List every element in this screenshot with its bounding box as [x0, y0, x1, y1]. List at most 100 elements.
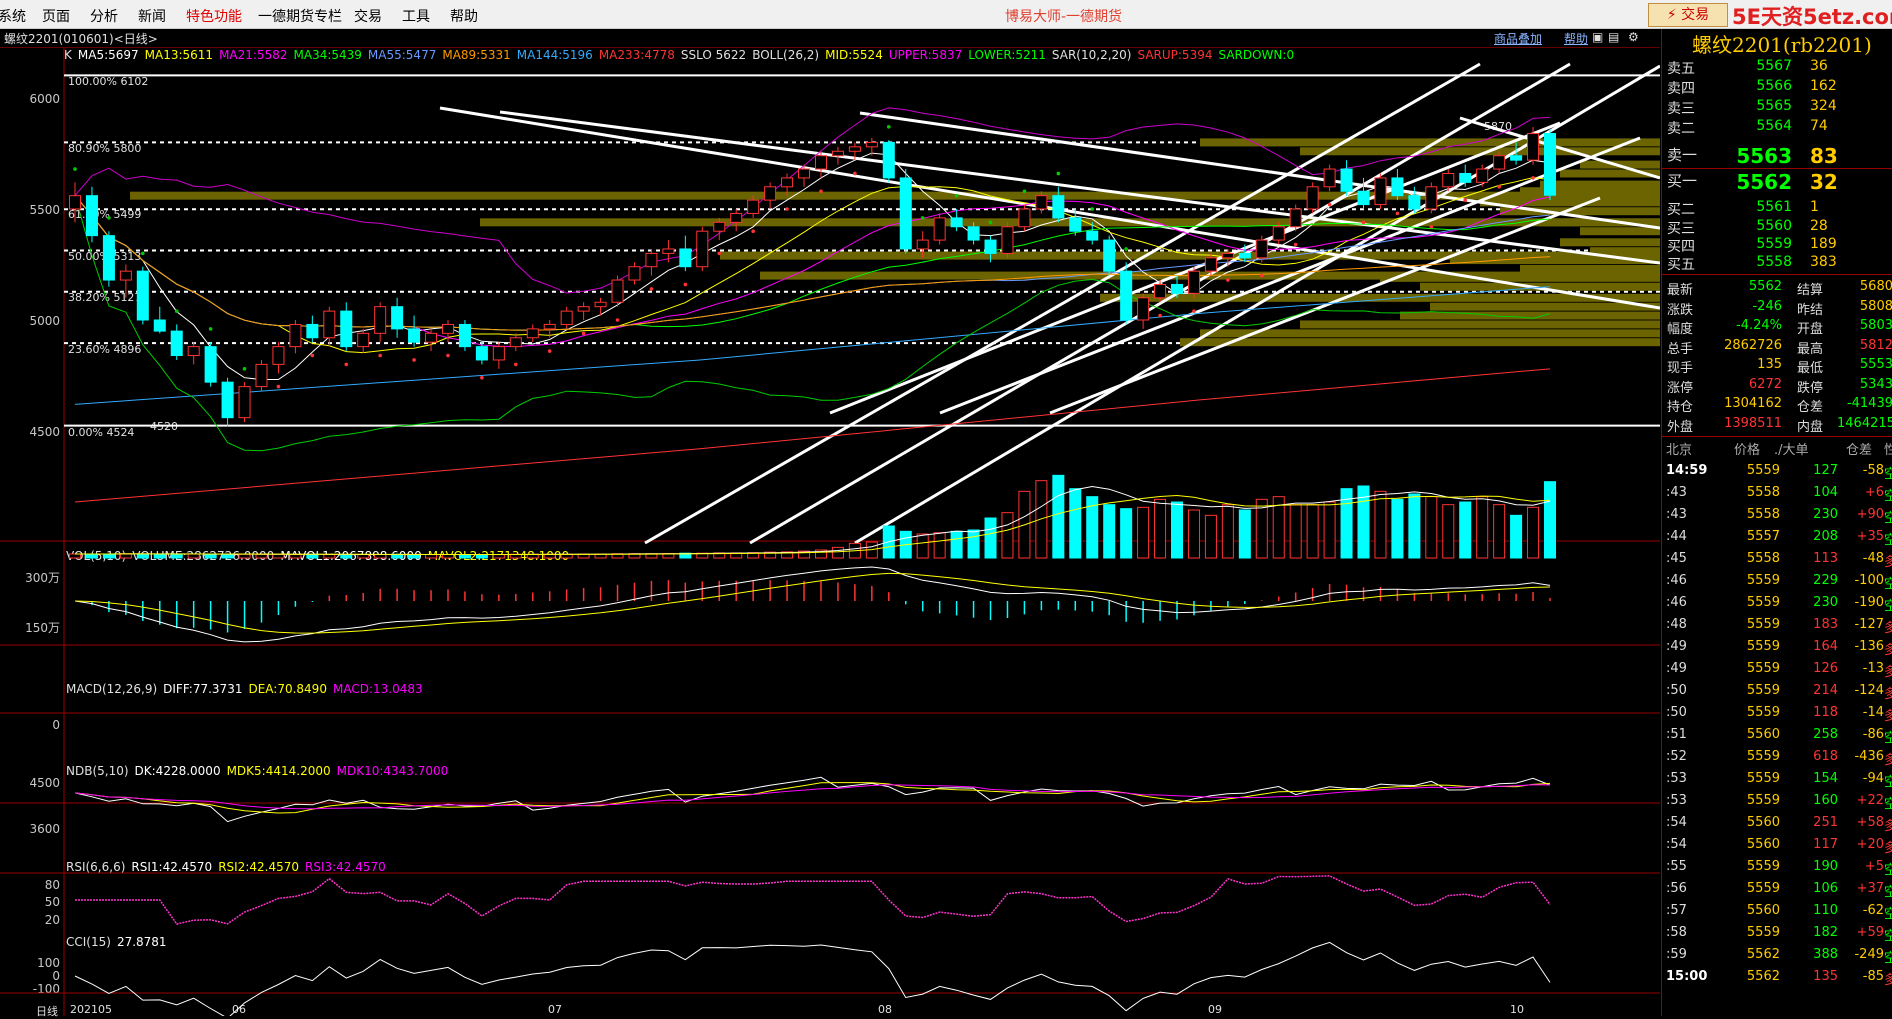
trade-button[interactable]: ⚡ 交易: [1648, 3, 1728, 27]
tick-cell-8-1: 5559: [1746, 639, 1780, 654]
ask-row-1[interactable]: 卖四 5566 162: [1662, 78, 1892, 98]
menu-page[interactable]: 页面: [42, 6, 70, 26]
tick-cell-17-2: 117: [1813, 837, 1838, 852]
ndb-mdk10-line: [74, 784, 1551, 810]
tick-row[interactable]: :53 5559 154 -94 空: [1662, 771, 1892, 793]
menu-help[interactable]: 帮助: [450, 6, 478, 26]
tick-row[interactable]: :55 5559 190 +5 空: [1662, 859, 1892, 881]
tick-row[interactable]: :45 5558 113 -48 多: [1662, 551, 1892, 573]
tick-cell-9-3: -13: [1862, 661, 1884, 676]
tick-cell-23-1: 5562: [1746, 969, 1780, 984]
candle-body-11: [255, 363, 268, 388]
tick-cell-22-4: 空: [1884, 951, 1892, 966]
bid-row-2[interactable]: 买三 5560 28: [1662, 218, 1892, 238]
tick-row[interactable]: 14:59 5559 127 -58 空: [1662, 463, 1892, 485]
ask-row-4[interactable]: 卖一 5563 83: [1662, 144, 1892, 168]
tick-row[interactable]: :50 5559 118 -14 多: [1662, 705, 1892, 727]
tick-row[interactable]: :43 5558 104 +6 空: [1662, 485, 1892, 507]
menu-trade[interactable]: 交易: [354, 6, 382, 26]
sar-dot-50: [920, 216, 925, 220]
menu-system[interactable]: 系统: [0, 6, 26, 26]
sar-dot-0: [73, 167, 77, 171]
sar-dot-4: [141, 251, 145, 256]
tick-cell-18-1: 5559: [1746, 859, 1780, 874]
trend-line-7: [829, 121, 1561, 415]
menu-features[interactable]: 特色功能: [186, 6, 242, 26]
icon-grid[interactable]: ▤: [1608, 30, 1619, 44]
bid-row-2-price: 5560: [1756, 218, 1792, 234]
volume-bar-59: [1069, 488, 1082, 559]
ask-row-3[interactable]: 卖二 5564 74: [1662, 118, 1892, 138]
tick-row[interactable]: :46 5559 230 -190 空: [1662, 595, 1892, 617]
tick-row[interactable]: :50 5559 214 -124 多: [1662, 683, 1892, 705]
menu-news[interactable]: 新闻: [138, 6, 166, 26]
volume-bar-79: [1408, 493, 1421, 559]
candle-body-23: [458, 323, 471, 348]
help-button[interactable]: 帮助: [1564, 30, 1588, 47]
sar-dot-36: [683, 282, 688, 287]
tick-cell-15-2: 160: [1813, 793, 1838, 808]
tick-row[interactable]: :58 5559 182 +59 空: [1662, 925, 1892, 947]
tick-cell-19-4: 空: [1884, 885, 1892, 900]
icon-settings[interactable]: ⚙: [1628, 30, 1639, 44]
icon-window[interactable]: ▣: [1592, 30, 1603, 44]
sar-dot-16: [344, 362, 349, 367]
ticks-header-2: ./大单: [1774, 443, 1809, 458]
menu-tools[interactable]: 工具: [402, 6, 430, 26]
tick-cell-6-3: -190: [1854, 595, 1884, 610]
tick-row[interactable]: :43 5558 230 +90 空: [1662, 507, 1892, 529]
tick-cell-16-2: 251: [1813, 815, 1838, 830]
ask-row-1-label: 卖四: [1667, 81, 1695, 97]
tick-row[interactable]: :59 5562 388 -249 空: [1662, 947, 1892, 969]
volume-bar-55: [1001, 512, 1014, 559]
stat-5-3: 5343: [1859, 376, 1892, 392]
tick-cell-8-2: 164: [1813, 639, 1838, 654]
tick-row[interactable]: :49 5559 164 -136 多: [1662, 639, 1892, 661]
tick-row[interactable]: :54 5560 117 +20 多: [1662, 837, 1892, 859]
menu-analysis[interactable]: 分析: [90, 6, 118, 26]
bid-row-0[interactable]: 买一 5562 32: [1662, 170, 1892, 194]
ask-row-3-volume: 74: [1810, 118, 1828, 134]
stat-0-2: 结算: [1797, 283, 1824, 298]
sar-dot-40: [751, 229, 755, 233]
tick-row[interactable]: :49 5559 126 -13 多: [1662, 661, 1892, 683]
volume-bar-1: [85, 553, 98, 559]
bid-row-4[interactable]: 买五 5558 383: [1662, 254, 1892, 274]
volume-bar-20: [408, 554, 421, 559]
volume-bar-53: [967, 529, 980, 559]
tick-row[interactable]: :57 5560 110 -62 空: [1662, 903, 1892, 925]
ask-row-2[interactable]: 卖三 5565 324: [1662, 98, 1892, 118]
kline-chart[interactable]: [0, 48, 1660, 1016]
stat-1-0: 涨跌: [1667, 302, 1694, 318]
tick-row[interactable]: :54 5560 251 +58 多: [1662, 815, 1892, 837]
menu-column[interactable]: 一德期货专栏: [258, 6, 342, 26]
tick-cell-4-2: 113: [1813, 551, 1838, 566]
candle-body-28: [543, 323, 556, 330]
tick-row[interactable]: :53 5559 160 +22 空: [1662, 793, 1892, 815]
candle-body-73: [1306, 186, 1319, 210]
volume-bar-15: [323, 554, 336, 559]
candle-body-48: [882, 141, 895, 179]
sar-dot-34: [649, 287, 654, 291]
tick-row[interactable]: 15:00 5562 135 -85 多: [1662, 969, 1892, 991]
tick-cell-22-1: 5562: [1746, 947, 1780, 962]
tick-cell-2-0: :43: [1666, 507, 1687, 522]
tick-row[interactable]: :56 5559 106 +37 空: [1662, 881, 1892, 903]
candle-body-64: [1154, 283, 1167, 299]
tick-row[interactable]: :46 5559 229 -100 空: [1662, 573, 1892, 595]
ask-row-2-price: 5565: [1756, 98, 1792, 114]
tick-row[interactable]: :44 5557 208 +35 空: [1662, 529, 1892, 551]
tick-cell-17-1: 5560: [1746, 837, 1780, 852]
bid-row-1[interactable]: 买二 5561 1: [1662, 199, 1892, 219]
stat-row-4: 现手 135 最低 5553: [1662, 357, 1892, 377]
overlay-button[interactable]: 商品叠加: [1494, 30, 1542, 47]
tick-row[interactable]: :51 5560 258 -86 空: [1662, 727, 1892, 749]
tick-cell-11-4: 多: [1884, 709, 1892, 724]
tick-row[interactable]: :52 5559 618 -436 多: [1662, 749, 1892, 771]
macd-diff-line: [74, 566, 1551, 643]
tick-row[interactable]: :48 5559 183 -127 多: [1662, 617, 1892, 639]
ask-row-0[interactable]: 卖五 5567 36: [1662, 58, 1892, 78]
bid-row-3[interactable]: 买四 5559 189: [1662, 236, 1892, 256]
tick-cell-21-2: 182: [1813, 925, 1838, 940]
quote-panel: 螺纹2201(rb2201) 卖五 5567 36 卖四 5566 162 卖三 5565 32…: [1661, 29, 1892, 1016]
